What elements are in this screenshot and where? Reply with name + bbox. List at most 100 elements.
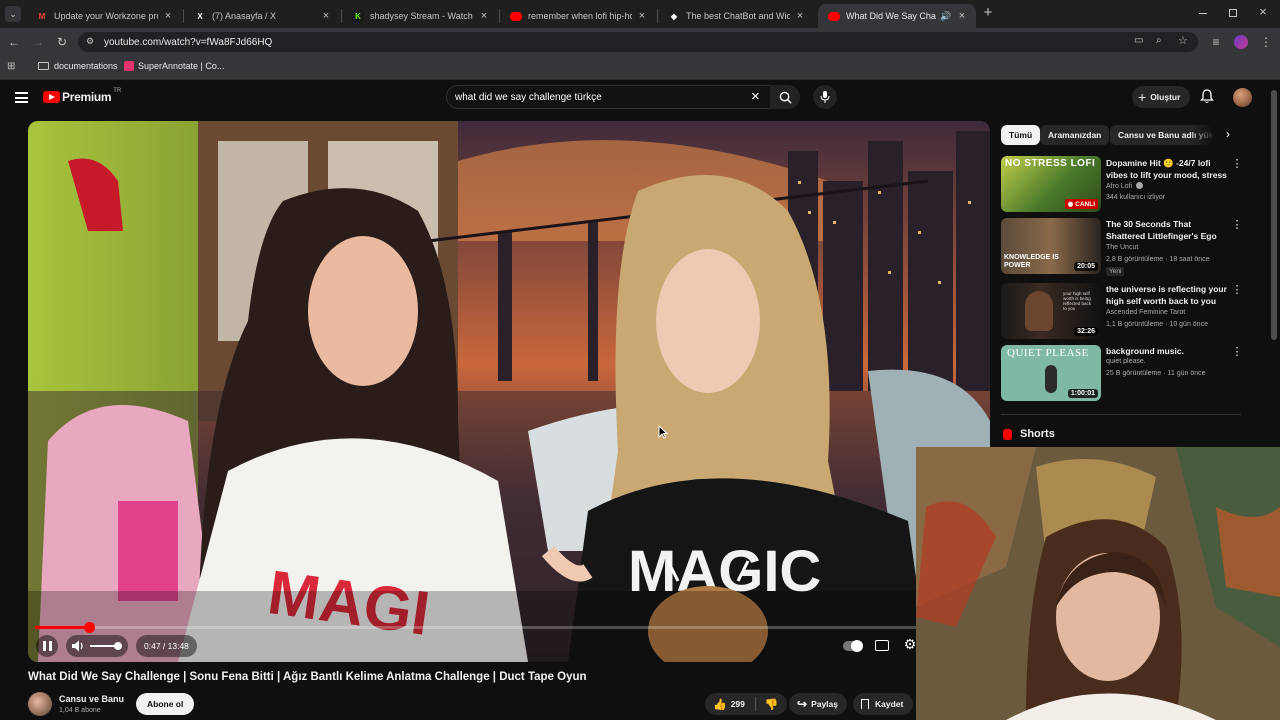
save-button[interactable]: Kaydet <box>853 693 914 715</box>
more-options-icon[interactable]: ⋮ <box>1231 157 1243 171</box>
folder-icon <box>38 62 49 70</box>
youtube-icon <box>828 11 840 21</box>
subscribe-button[interactable]: Abone ol <box>136 693 195 715</box>
recommendation-title[interactable]: the universe is reflecting your high sel… <box>1106 283 1228 307</box>
time-display: 0:47 / 13:48 <box>136 635 197 657</box>
subscriber-count: 1,04 B abone <box>59 707 101 714</box>
browser-tab[interactable]: ◆ The best ChatBot and Widgets × <box>658 4 814 28</box>
more-options-icon[interactable]: ⋮ <box>1231 283 1243 297</box>
create-button[interactable]: + Oluştur <box>1132 86 1191 108</box>
recommendation-channel[interactable]: Ascended Feminine Tarot <box>1106 309 1185 316</box>
search-input[interactable]: what did we say challenge türkçe × <box>446 85 772 109</box>
chip-all[interactable]: Tümü <box>1001 125 1041 145</box>
more-options-icon[interactable]: ⋮ <box>1231 345 1243 359</box>
recommendation-meta: 344 kullanıcı izliyor <box>1106 194 1166 201</box>
notifications-bell-icon[interactable] <box>1200 89 1216 105</box>
account-avatar[interactable] <box>1233 88 1252 107</box>
video-title: What Did We Say Challenge | Sonu Fena Bi… <box>28 671 587 683</box>
search-button[interactable] <box>770 85 800 109</box>
logo-text: Premium <box>62 90 112 104</box>
autoplay-toggle[interactable] <box>843 640 863 652</box>
cast-icon[interactable]: ▭ <box>1134 35 1143 46</box>
dislike-button[interactable]: 👎 <box>756 693 787 715</box>
bookmark-star-icon[interactable]: ☆ <box>1178 34 1188 47</box>
recommendation-title[interactable]: Dopamine Hit 🙂 -24/7 lofi vibes to lift … <box>1106 157 1228 181</box>
subscribe-label: Abone ol <box>147 699 184 709</box>
chatbot-icon: ◆ <box>670 11 678 21</box>
bookmark-superannotate[interactable]: SuperAnnotate | Co... <box>124 61 224 71</box>
recommendation-thumbnail[interactable]: your high self worth is being reflected … <box>1001 283 1101 339</box>
bookmark-label: SuperAnnotate | Co... <box>138 61 225 71</box>
tab-title: The best ChatBot and Widgets <box>686 11 790 21</box>
close-window-icon[interactable]: × <box>1256 4 1270 20</box>
thumbnail-text: KNOWLEDGE IS POWER <box>1004 254 1059 269</box>
channel-name-label: Afro Lofi <box>1106 183 1133 190</box>
thumbs-down-icon: 👎 <box>764 698 779 711</box>
close-tab-icon[interactable]: × <box>636 10 648 22</box>
duration-badge: 20:05 <box>1074 262 1098 271</box>
video-player[interactable]: MAGI MAGIC 0:47 / 13:48 ⚙ <box>28 121 990 662</box>
browser-tab-active[interactable]: What Did We Say Challeng 🔊 × <box>818 4 976 28</box>
close-tab-icon[interactable]: × <box>320 10 332 22</box>
like-dislike-group: 👍 299 👎 <box>705 693 787 715</box>
recommendation-channel[interactable]: The Uncut <box>1106 244 1138 251</box>
mouse-cursor-icon <box>658 425 668 439</box>
minimize-icon[interactable] <box>1196 6 1210 20</box>
recommendation-thumbnail[interactable]: QUIET PLEASE 1:00:01 <box>1001 345 1101 401</box>
speaker-icon[interactable]: 🔊 <box>940 11 952 22</box>
tab-search-dropdown-icon[interactable]: ⌄ <box>5 6 21 22</box>
chip-scroll-right-icon[interactable]: › <box>1220 127 1236 143</box>
profile-avatar[interactable] <box>1234 35 1248 49</box>
new-tab-icon[interactable]: + <box>980 5 996 21</box>
share-button[interactable]: ↪ Paylaş <box>789 693 848 715</box>
channel-avatar[interactable] <box>28 692 52 716</box>
tab-title: remember when lofi hip-hop w <box>528 11 632 21</box>
pause-icon <box>42 641 52 651</box>
browser-tab[interactable]: X (7) Anasayfa / X × <box>184 4 340 28</box>
clear-search-icon[interactable]: × <box>751 88 760 105</box>
restore-icon[interactable] <box>1226 6 1240 20</box>
browser-tab[interactable]: remember when lofi hip-hop w × <box>500 4 656 28</box>
back-icon[interactable]: ← <box>6 34 22 50</box>
like-button[interactable]: 👍 299 <box>705 693 755 715</box>
close-tab-icon[interactable]: × <box>794 10 806 22</box>
close-tab-icon[interactable]: × <box>956 10 968 22</box>
recommendation-channel[interactable]: quiet please. <box>1106 358 1146 365</box>
more-options-icon[interactable]: ⋮ <box>1231 218 1243 232</box>
site-info-icon[interactable]: ⚙ <box>86 36 94 47</box>
duration-badge: 32:26 <box>1074 327 1098 336</box>
webcam-overlay <box>916 447 1280 720</box>
forward-icon[interactable]: → <box>30 34 46 50</box>
hamburger-menu-icon[interactable] <box>15 92 28 103</box>
close-tab-icon[interactable]: × <box>478 10 490 22</box>
progress-bar-track[interactable] <box>35 622 983 633</box>
recommendation-title[interactable]: The 30 Seconds That Shattered Littlefing… <box>1106 218 1228 242</box>
recommendation-thumbnail[interactable]: NO STRESS LOFI ◉ CANLI <box>1001 156 1101 212</box>
progress-scrubber-handle[interactable] <box>84 622 96 633</box>
close-tab-icon[interactable]: × <box>162 10 174 22</box>
page-scrollbar[interactable] <box>1271 90 1277 340</box>
media-controls-icon[interactable]: ≡ <box>1208 34 1224 50</box>
pause-button[interactable] <box>36 635 58 657</box>
recommendation-thumbnail[interactable]: KNOWLEDGE IS POWER 20:05 <box>1001 218 1101 274</box>
browser-tab[interactable]: K shadysey Stream - Watch Live on × <box>342 4 498 28</box>
browser-menu-icon[interactable]: ⋮ <box>1258 34 1274 50</box>
channel-name[interactable]: Cansu ve Banu <box>59 694 124 704</box>
reload-icon[interactable]: ↻ <box>54 34 70 50</box>
apps-grid-icon[interactable]: ⊞ <box>7 61 15 72</box>
recommendation-channel[interactable]: Afro Lofi <box>1106 182 1144 190</box>
recommendation-title[interactable]: background music. <box>1106 345 1228 357</box>
volume-slider-handle[interactable] <box>114 642 122 650</box>
zoom-icon[interactable]: ⌕ <box>1156 35 1162 46</box>
subtitles-icon[interactable] <box>875 640 889 651</box>
bookmark-documentations[interactable]: documentations <box>38 61 118 71</box>
youtube-premium-logo[interactable]: Premium TR <box>43 88 121 104</box>
chip-from-search[interactable]: Aramanızdan <box>1040 125 1110 145</box>
browser-tab[interactable]: M Update your Workzone profile × <box>26 4 182 28</box>
x-icon: X <box>197 11 203 21</box>
kick-icon: K <box>352 10 364 22</box>
address-bar[interactable]: ⚙ youtube.com/watch?v=fWa8FJd66HQ ▭ ⌕ ☆ <box>78 32 1198 52</box>
volume-control[interactable] <box>66 635 128 657</box>
tab-title: Update your Workzone profile <box>54 11 158 21</box>
voice-search-button[interactable] <box>813 85 837 109</box>
